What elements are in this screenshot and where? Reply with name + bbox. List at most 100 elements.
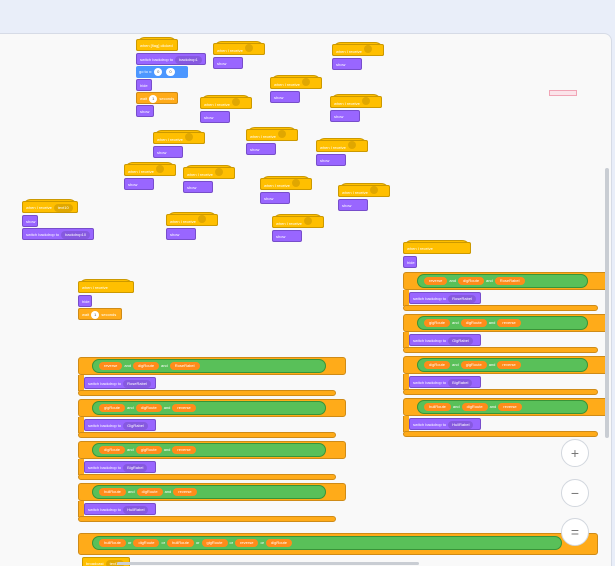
x-input[interactable]: 0 [154, 68, 163, 76]
switch-backdrop-block[interactable]: switch backdrop to RoseRabel [84, 377, 156, 389]
when-received-block[interactable]: when I receive [260, 178, 312, 190]
backdrop-dropdown[interactable]: RoseRabel [448, 295, 476, 303]
show-block[interactable]: show [183, 181, 213, 193]
zoom-in-button[interactable]: + [561, 439, 589, 467]
switch-backdrop-block[interactable]: switch backdrop to HullRabel [84, 503, 156, 515]
switch-backdrop-block[interactable]: switch backdrop to RoseRabel [409, 292, 481, 304]
and-condition[interactable]: reverse and digRoute and RoseRabel [417, 274, 588, 288]
when-received-block[interactable]: when I receive [270, 77, 322, 89]
when-received-block[interactable]: when I receive [246, 129, 298, 141]
variable-reporter[interactable]: digRoute [133, 539, 160, 547]
show-block[interactable]: show [213, 57, 243, 69]
switch-backdrop-block[interactable]: switch backdrop to BigRabel [409, 376, 481, 388]
when-received-block[interactable]: when I receive [183, 167, 235, 179]
variable-reporter[interactable]: digRoute [460, 319, 487, 327]
variable-reporter[interactable]: gigRoute [135, 446, 162, 454]
variable-reporter[interactable]: digRoute [266, 539, 293, 547]
when-received-block[interactable]: when I receive [316, 140, 368, 152]
message-dropdown[interactable] [361, 97, 370, 105]
show-block[interactable]: show [166, 228, 196, 240]
message-dropdown[interactable] [214, 168, 223, 176]
when-received-block[interactable]: when I receive [153, 132, 205, 144]
variable-reporter[interactable]: digRoute [458, 277, 485, 285]
variable-reporter[interactable]: reverse [498, 403, 522, 411]
backdrop-dropdown[interactable]: BigRabel [448, 379, 473, 387]
when-received-block[interactable]: when I receive [332, 44, 384, 56]
variable-reporter[interactable]: gigRoute [424, 319, 451, 327]
y-input[interactable]: 0 [166, 68, 175, 76]
and-condition[interactable]: gigRoute and digRoute and reverse [92, 401, 326, 415]
switch-backdrop-block[interactable]: switch backdrop to backdrop10 [22, 228, 94, 240]
switch-backdrop-block[interactable]: switch backdrop to BigRabel [84, 461, 156, 473]
variable-reporter[interactable]: reverse [424, 277, 448, 285]
show-block[interactable]: show [200, 111, 230, 123]
and-condition[interactable]: digRoute and gigRoute and reverse [92, 443, 326, 457]
show-block[interactable]: show [332, 58, 362, 70]
variable-reporter[interactable]: reverse [172, 404, 196, 412]
variable-reporter[interactable]: RoseRabel [494, 277, 525, 285]
variable-reporter[interactable]: reverse [99, 362, 123, 370]
switch-backdrop-block[interactable]: switch backdrop to GigRabel [409, 334, 481, 346]
and-condition[interactable]: digRoute and gigRoute and reverse [417, 358, 588, 372]
show-block[interactable]: show [246, 143, 276, 155]
and-condition[interactable]: hullRoute and digRoute and reverse [92, 485, 326, 499]
show-block[interactable]: show [136, 105, 154, 117]
show-block[interactable]: show [330, 110, 360, 122]
variable-reporter[interactable]: reverse [235, 539, 259, 547]
variable-reporter[interactable]: digRoute [461, 403, 488, 411]
show-block[interactable]: show [260, 192, 290, 204]
variable-reporter[interactable]: gigRoute [201, 539, 228, 547]
switch-backdrop-block[interactable]: switch backdrop to HullRabel [409, 418, 481, 430]
message-dropdown[interactable] [155, 165, 164, 173]
wait-block[interactable]: wait 1 seconds [78, 308, 122, 320]
wait-input[interactable]: 1 [149, 95, 158, 103]
when-flag-clicked-block[interactable]: when [flag] clicked [136, 39, 178, 51]
switch-backdrop-block[interactable]: switch backdrop to GigRabel [84, 419, 156, 431]
when-received-block[interactable]: when I receive [124, 164, 176, 176]
backdrop-dropdown[interactable]: BigRabel [123, 464, 148, 472]
variable-reporter[interactable]: digRoute [136, 488, 163, 496]
variable-reporter[interactable]: digRoute [133, 362, 160, 370]
when-received-block[interactable]: when I receive [200, 97, 252, 109]
and-condition[interactable]: gigRoute and digRoute and reverse [417, 316, 588, 330]
switch-backdrop-block[interactable]: switch backdrop to backdrop1 [136, 53, 206, 65]
variable-reporter[interactable]: gigRoute [460, 361, 487, 369]
backdrop-dropdown[interactable]: backdrop10 [61, 231, 91, 239]
backdrop-dropdown[interactable]: GigRabel [448, 337, 473, 345]
and-condition[interactable]: reverse and digRoute and RoseRabel [92, 359, 326, 373]
message-dropdown[interactable] [303, 217, 312, 225]
variable-reporter[interactable]: digRoute [424, 361, 451, 369]
message-dropdown[interactable] [197, 215, 206, 223]
message-dropdown[interactable] [301, 78, 310, 86]
message-dropdown[interactable] [369, 186, 378, 194]
show-block[interactable]: show [270, 91, 300, 103]
message-dropdown[interactable]: text10 [53, 204, 73, 212]
variable-reporter[interactable]: hullRoute [99, 488, 126, 496]
when-received-block[interactable]: when I receive [403, 242, 471, 254]
or-condition[interactable]: hullRoute or digRoute or hullRoute or gigRoute… [92, 536, 562, 550]
comment-note[interactable] [549, 90, 577, 96]
backdrop-dropdown[interactable]: HullRabel [448, 421, 474, 429]
show-block[interactable]: show [316, 154, 346, 166]
backdrop-dropdown[interactable]: RoseRabel [123, 380, 151, 388]
hide-block[interactable]: hide [78, 295, 92, 307]
show-block[interactable]: show [272, 230, 302, 242]
horizontal-scrollbar[interactable] [117, 562, 419, 565]
variable-reporter[interactable]: reverse [173, 488, 197, 496]
when-received-block[interactable]: when I receive [78, 281, 134, 293]
message-dropdown[interactable] [231, 98, 240, 106]
show-block[interactable]: show [338, 199, 368, 211]
message-dropdown[interactable] [347, 141, 356, 149]
when-received-block[interactable]: when I receive [330, 96, 382, 108]
variable-reporter[interactable]: digRoute [99, 446, 126, 454]
variable-reporter[interactable]: gigRoute [99, 404, 126, 412]
variable-reporter[interactable]: reverse [497, 319, 521, 327]
go-to-block[interactable]: go to x: 0 0 [136, 66, 188, 78]
when-received-block[interactable]: when I receive [338, 185, 390, 197]
show-block[interactable]: show [153, 146, 183, 158]
when-received-block[interactable]: when I receive [166, 214, 218, 226]
wait-block[interactable]: wait 1 seconds [136, 92, 178, 104]
message-dropdown[interactable] [244, 44, 253, 52]
backdrop-dropdown[interactable]: HullRabel [123, 506, 149, 514]
variable-reporter[interactable]: RoseRabel [169, 362, 200, 370]
